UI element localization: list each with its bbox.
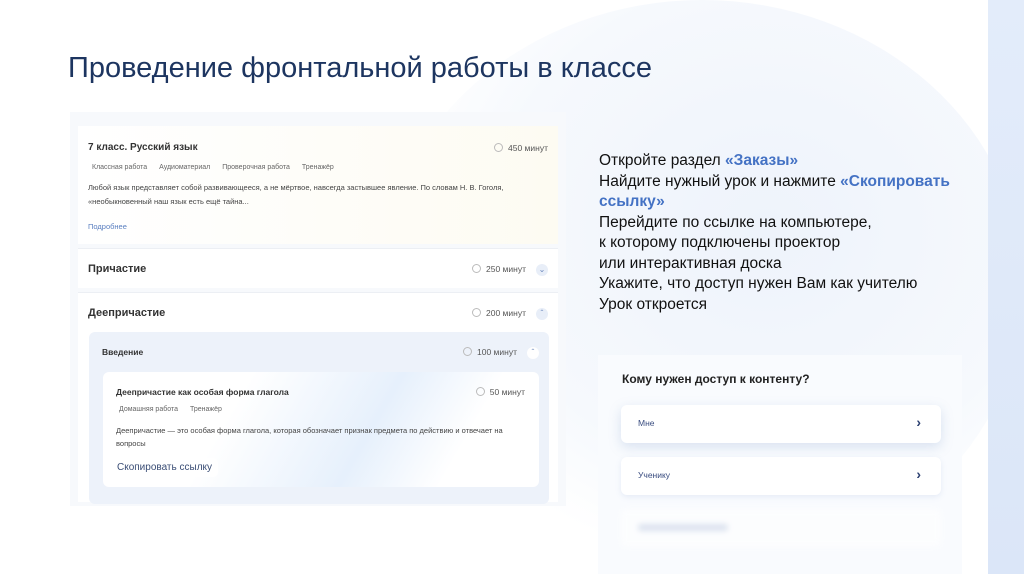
side-strip — [988, 0, 1024, 574]
option-label: Ученику — [638, 470, 671, 480]
subsection: Введение 100 минут ˆ Деепричастие как ос… — [89, 332, 549, 504]
section-duration: 250 минут — [472, 264, 526, 274]
chevron-up-icon[interactable]: ˆ — [527, 347, 539, 359]
orders-screenshot: 7 класс. Русский язык 450 минут Классная… — [70, 112, 566, 506]
access-question: Кому нужен доступ к контенту? — [622, 372, 810, 386]
instr-highlight: «Заказы» — [725, 152, 799, 169]
duration-text: 450 минут — [508, 143, 548, 153]
lesson-duration: 50 минут — [475, 387, 525, 397]
section-title: Деепричастие — [88, 307, 166, 319]
more-link[interactable]: Подробнее — [88, 222, 127, 231]
clock-icon — [463, 347, 473, 356]
option-me[interactable]: Мне › — [621, 405, 941, 443]
tag: Аудиоматериал — [159, 164, 211, 171]
subsection-duration: 100 минут — [463, 347, 517, 357]
lesson-title: Деепричастие как особая форма глагола — [116, 387, 289, 397]
lesson-tags: Домашняя работа Тренажёр — [119, 406, 234, 413]
tag: Проверочная работа — [222, 164, 290, 171]
chevron-right-icon: › — [916, 466, 921, 482]
instr-text: Откройте раздел — [599, 152, 726, 169]
chevron-up-icon[interactable]: ˆ — [536, 308, 548, 320]
course-tags: Классная работа Аудиоматериал Проверочная … — [92, 164, 346, 171]
instr-text: Урок откроется — [599, 295, 708, 313]
course-title: 7 класс. Русский язык — [88, 142, 198, 153]
course-description: Любой язык представляет собой развивающе… — [88, 183, 504, 206]
access-screenshot: Кому нужен доступ к контенту? Мне › Учени… — [598, 355, 962, 574]
duration-text: 200 минут — [486, 308, 526, 318]
duration-text: 250 минут — [486, 264, 526, 274]
option-blurred — [621, 509, 941, 547]
subsection-title: Введение — [102, 347, 144, 357]
copy-link-button[interactable]: Скопировать ссылку — [111, 458, 219, 477]
chevron-down-icon[interactable]: ⌄ — [536, 264, 548, 276]
tag: Классная работа — [92, 164, 148, 171]
tag: Домашняя работа — [119, 406, 178, 413]
duration-text: 100 минут — [477, 347, 517, 357]
course-duration: 450 минут — [494, 143, 548, 153]
instr-text: или интерактивная доска — [599, 254, 782, 272]
clock-icon — [475, 387, 485, 396]
option-label: Мне — [638, 418, 655, 428]
clock-icon — [472, 264, 482, 273]
lesson-description: Деепричастие — это особая форма глагола,… — [116, 426, 503, 448]
section-duration: 200 минут — [472, 308, 526, 318]
option-student[interactable]: Ученику › — [621, 457, 941, 495]
section-row[interactable]: Причастие 250 минут ⌄ — [78, 248, 558, 288]
section-title: Причастие — [88, 263, 147, 275]
instr-text: Укажите, что доступ нужен Вам как учител… — [599, 275, 918, 292]
instructions: Откройте раздел «Заказы» Найдите нужный … — [599, 151, 987, 315]
duration-text: 50 минут — [489, 387, 525, 397]
slide-title: Проведение фронтальной работы в классе — [68, 52, 652, 84]
lesson-card: Деепричастие как особая форма глагола 50… — [103, 372, 539, 487]
instr-text: к которому подключены проектор — [599, 234, 841, 251]
course-card: 7 класс. Русский язык 450 минут Классная… — [78, 126, 558, 244]
tag: Тренажёр — [189, 406, 222, 413]
clock-icon — [472, 308, 482, 317]
chevron-right-icon: › — [916, 414, 921, 430]
instr-text: Найдите нужный урок и нажмите — [599, 172, 841, 190]
tag: Тренажёр — [301, 164, 334, 171]
instr-text: Перейдите по ссылке на компьютере, — [599, 213, 872, 231]
clock-icon — [494, 143, 504, 152]
blurred-label — [638, 524, 728, 531]
